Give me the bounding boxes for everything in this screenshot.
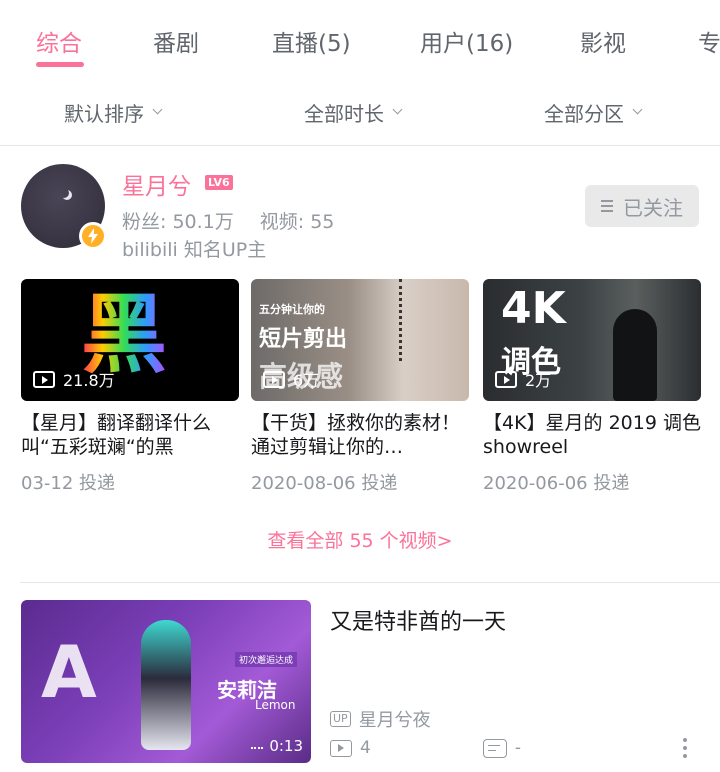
tab-film[interactable]: 影视 — [580, 24, 626, 58]
figure-silhouette — [613, 309, 657, 401]
see-all-videos-link[interactable]: 查看全部 55 个视频> — [0, 526, 720, 553]
play-icon — [330, 739, 352, 757]
video-thumbnail[interactable]: 4K 调色 2万 — [483, 279, 701, 401]
video-title[interactable]: 【星月】翻译翻译什么叫“五彩斑斓“的黑 — [21, 411, 239, 459]
chevron-down-icon — [152, 104, 163, 115]
play-count: 21.8万 — [33, 367, 115, 391]
tab-users[interactable]: 用户(16) — [420, 24, 513, 58]
tab-live[interactable]: 直播(5) — [272, 24, 351, 58]
play-icon — [33, 370, 55, 388]
thumbnail-text: 短片剪出 — [259, 327, 348, 352]
video-card[interactable]: 黑 21.8万 【星月】翻译翻译什么叫“五彩斑斓“的黑 03-12 投递 — [21, 279, 239, 495]
search-tabs: 综合 番剧 直播(5) 用户(16) 影视 专 — [0, 0, 720, 72]
chain-decoration — [399, 279, 407, 361]
duration-filter-label: 全部时长 — [304, 102, 384, 126]
follow-button-label: 已关注 — [623, 195, 683, 220]
video-date: 03-12 投递 — [21, 473, 116, 494]
user-name[interactable]: 星月兮 — [122, 167, 191, 201]
menu-icon — [601, 200, 613, 212]
character-figure — [141, 620, 191, 750]
featured-video-meta: 4 - — [330, 738, 700, 758]
duration-filter[interactable]: 全部时长 — [304, 98, 403, 127]
thumbnail-sublabel: Lemon — [255, 698, 296, 712]
loading-icon — [251, 743, 264, 749]
thumbnail-letter: A — [41, 630, 97, 714]
tab-special[interactable]: 专 — [698, 24, 720, 58]
tab-bangumi[interactable]: 番剧 — [153, 24, 199, 58]
follow-button[interactable]: 已关注 — [585, 185, 699, 227]
divider — [20, 582, 720, 583]
sort-filter[interactable]: 默认排序 — [64, 98, 163, 127]
video-title[interactable]: 【干货】拯救你的素材！通过剪辑让你的… — [251, 411, 469, 459]
uploader-name: 星月兮夜 — [358, 710, 431, 731]
video-card[interactable]: 4K 调色 2万 【4K】星月的 2019 调色 showreel 2020-0… — [483, 279, 701, 495]
featured-video-title[interactable]: 又是特非酋的一天 — [330, 604, 506, 636]
uploader-row[interactable]: UP 星月兮夜 — [330, 706, 431, 732]
chevron-down-icon — [392, 104, 403, 115]
more-options-icon[interactable] — [683, 738, 687, 758]
play-icon — [495, 370, 517, 388]
tab-all[interactable]: 综合 — [36, 24, 82, 58]
duration: 0:13 — [251, 737, 303, 755]
video-thumbnail[interactable]: 五分钟让你的 短片剪出 高级感 6万 — [251, 279, 469, 401]
zone-filter[interactable]: 全部分区 — [544, 98, 643, 127]
video-count: 视频: 55 — [259, 211, 335, 233]
featured-video-thumbnail[interactable]: A 初次邂逅达成 安莉洁 Lemon 0:13 — [21, 600, 311, 763]
play-count-value: 6万 — [293, 371, 320, 390]
play-count: 6万 — [263, 367, 319, 391]
play-count-value: 2万 — [525, 371, 552, 390]
featured-danmaku-count: - — [514, 738, 521, 758]
up-icon: UP — [330, 711, 351, 727]
chevron-down-icon — [632, 104, 643, 115]
moon-icon — [59, 188, 69, 198]
play-count: 2万 — [495, 367, 551, 391]
play-count-value: 21.8万 — [63, 371, 115, 390]
thumbnail-banner: 初次邂逅达成 — [235, 652, 298, 667]
danmaku-icon — [482, 738, 507, 758]
active-tab-indicator — [36, 62, 84, 67]
level-badge: LV6 — [205, 175, 233, 190]
video-thumbnail[interactable]: 黑 21.8万 — [21, 279, 239, 401]
user-description: bilibili 知名UP主 — [122, 239, 267, 261]
duration-value: 0:13 — [269, 737, 303, 755]
featured-play-count: 4 — [360, 738, 371, 758]
user-stats: 粉丝: 50.1万 视频: 55 — [122, 207, 334, 234]
lightning-icon — [79, 222, 107, 250]
thumbnail-text: 4K — [501, 283, 566, 334]
video-date: 2020-06-06 投递 — [483, 473, 630, 494]
video-date: 2020-08-06 投递 — [251, 473, 398, 494]
thumbnail-small-text: 五分钟让你的 — [259, 303, 325, 316]
zone-filter-label: 全部分区 — [544, 102, 624, 126]
video-title[interactable]: 【4K】星月的 2019 调色 showreel — [483, 411, 701, 459]
fans-count: 粉丝: 50.1万 — [122, 211, 234, 233]
sort-filter-label: 默认排序 — [64, 102, 144, 126]
filter-bar: 默认排序 全部时长 全部分区 — [0, 84, 720, 146]
video-card[interactable]: 五分钟让你的 短片剪出 高级感 6万 【干货】拯救你的素材！通过剪辑让你的… 2… — [251, 279, 469, 495]
play-icon — [263, 370, 285, 388]
